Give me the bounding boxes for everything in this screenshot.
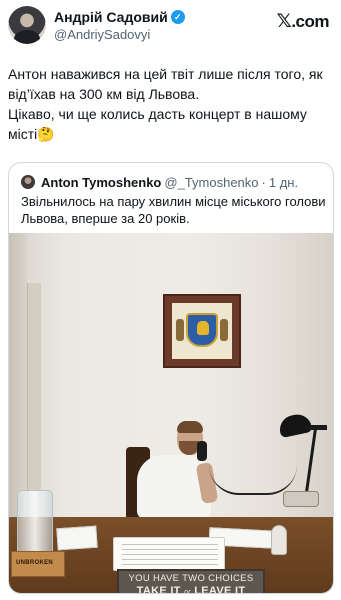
desk-nameplate-sign: YOU HAVE TWO CHOICES TAKE IT or LEAVE IT [117, 569, 265, 594]
tweet-header: Андрій Садовий ✓ @AndriySadovyi 𝕏.com [0, 0, 341, 52]
sign-line-2: TAKE IT or LEAVE IT [136, 585, 246, 594]
x-logo-icon[interactable]: 𝕏.com [277, 10, 330, 32]
quoted-author-name[interactable]: Anton Tymoshenko [41, 175, 161, 190]
jar-label: UNBROKEN [16, 560, 54, 566]
quoted-author-avatar[interactable] [21, 175, 35, 189]
author-avatar[interactable] [8, 6, 46, 44]
quoted-tweet-photo[interactable]: UNBROKEN YOU HAVE TWO CHOICES TAKE IT or… [9, 233, 333, 594]
desk-telephone [283, 491, 319, 507]
author-name[interactable]: Андрій Садовий [54, 9, 168, 25]
quoted-separator: · [261, 174, 266, 190]
framed-coat-of-arms [163, 294, 241, 368]
author-name-row[interactable]: Андрій Садовий ✓ [54, 9, 185, 25]
document-on-desk [113, 537, 225, 571]
author-handle[interactable]: @AndriySadovyi [54, 27, 150, 42]
sign-line-1: YOU HAVE TWO CHOICES [128, 573, 254, 584]
quoted-author-handle[interactable]: @_Tymoshenko [164, 175, 258, 190]
glass-jar [17, 490, 53, 558]
telephone-handset [197, 441, 207, 461]
tweet-body: Антон наважився на цей твіт лише після т… [8, 64, 334, 144]
quoted-tweet[interactable]: Anton Tymoshenko @_Tymoshenko · 1 дн. Зв… [8, 162, 334, 594]
desk-figurine [271, 525, 287, 555]
thinking-emoji-icon: 🤔 [37, 126, 55, 142]
quoted-tweet-header: Anton Tymoshenko @_Tymoshenko · 1 дн. [21, 173, 298, 191]
tweet-line-1: Антон наважився на цей твіт лише після т… [8, 66, 323, 102]
jar-stand: UNBROKEN [11, 551, 65, 577]
quoted-timestamp[interactable]: 1 дн. [269, 175, 298, 190]
quoted-tweet-text: Звільнилось на пару хвилин місце міськог… [21, 194, 326, 226]
tweet-line-2: Цікаво, чи ще колись дасть концерт в наш… [8, 106, 307, 142]
verified-badge-icon: ✓ [170, 10, 185, 24]
